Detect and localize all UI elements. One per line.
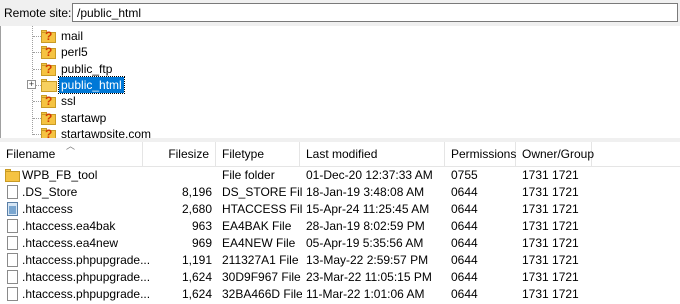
file-size-cell: 1,624 xyxy=(181,287,212,301)
remote-site-bar: Remote site: xyxy=(0,0,680,26)
tree-item-label: mail xyxy=(61,29,84,43)
permissions-cell: 0644 xyxy=(451,202,478,216)
tree-item-label: ssl xyxy=(61,94,76,109)
tree-item-label: public_html xyxy=(58,75,125,94)
tree-connector xyxy=(33,117,41,119)
tree-item-1[interactable]: ? perl5 xyxy=(1,44,301,60)
file-type-cell: EA4BAK File xyxy=(222,219,292,233)
column-header-last-modified[interactable]: Last modified xyxy=(300,142,445,166)
file-row[interactable]: .htaccess.phpupgrade... 1,624 32BA466D Fil… xyxy=(0,286,680,303)
file-icon xyxy=(5,236,19,251)
tree-connector xyxy=(33,68,41,70)
last-modified-cell: 23-Mar-22 11:05:15 PM xyxy=(306,270,432,284)
owner-group-cell: 1731 1721 xyxy=(522,202,579,216)
file-size-cell: 1,624 xyxy=(181,270,212,284)
folder-icon xyxy=(5,168,20,183)
tree-expand-icon[interactable]: + xyxy=(27,79,36,89)
permissions-cell: 0644 xyxy=(451,270,478,284)
file-size-cell: 8,196 xyxy=(181,185,212,199)
file-row[interactable]: .htaccess 2,680 HTACCESS File 15-Apr-24 11:… xyxy=(0,201,680,218)
tree-item-3[interactable]: + public_html xyxy=(1,75,301,94)
remote-file-list[interactable]: ︿ Filename Filesize Filetype Last modifi… xyxy=(0,142,680,304)
tree-item-4[interactable]: ? ssl xyxy=(1,93,301,109)
owner-group-cell: 1731 1721 xyxy=(522,253,579,267)
remote-site-path-input[interactable] xyxy=(72,3,678,22)
owner-group-cell: 1731 1721 xyxy=(522,168,579,182)
owner-group-cell: 1731 1721 xyxy=(522,219,579,233)
file-row[interactable]: .htaccess.ea4new 969 EA4NEW File 05-Apr-19 … xyxy=(0,235,680,252)
permissions-cell: 0644 xyxy=(451,287,478,301)
last-modified-cell: 18-Jan-19 3:48:08 AM xyxy=(306,185,425,199)
permissions-cell: 0644 xyxy=(451,236,478,250)
tree-connector xyxy=(33,52,41,54)
owner-group-cell: 1731 1721 xyxy=(522,270,579,284)
remote-site-label: Remote site: xyxy=(4,6,72,20)
permissions-cell: 0644 xyxy=(451,185,478,199)
column-header-filesize[interactable]: Filesize xyxy=(143,142,216,166)
last-modified-cell: 15-Apr-24 11:25:45 AM xyxy=(306,202,430,216)
remote-directory-tree[interactable]: ? mail? perl5? public_ftp + public_html? ssl? s… xyxy=(0,26,680,141)
owner-group-cell: 1731 1721 xyxy=(522,236,579,250)
column-header-filetype[interactable]: Filetype xyxy=(216,142,300,166)
tree-item-label: startawp xyxy=(61,110,107,125)
file-row[interactable]: .htaccess.phpupgrade... 1,624 30D9F967 Fil… xyxy=(0,269,680,286)
file-type-cell: 32BA466D File xyxy=(222,287,302,301)
file-type-cell: EA4NEW File xyxy=(222,236,296,250)
last-modified-cell: 13-May-22 2:59:57 PM xyxy=(306,253,429,267)
tree-item-0[interactable]: ? mail xyxy=(1,28,301,44)
permissions-cell: 0644 xyxy=(451,253,478,267)
file-type-cell: 30D9F967 File xyxy=(222,270,301,284)
file-type-cell: HTACCESS File xyxy=(222,202,302,216)
file-row[interactable]: .htaccess.phpupgrade... 1,191 211327A1 Fil… xyxy=(0,252,680,269)
file-icon xyxy=(5,270,19,285)
last-modified-cell: 11-Mar-22 1:01:06 AM xyxy=(306,287,425,301)
file-row[interactable]: .DS_Store 8,196 DS_STORE File 18-Jan-19 3:4… xyxy=(0,184,680,201)
file-icon xyxy=(5,219,19,234)
file-size-cell: 1,191 xyxy=(181,253,212,267)
question-folder-icon: ? xyxy=(41,28,57,44)
htaccess-file-icon xyxy=(5,202,19,217)
column-header-filename[interactable]: ︿ Filename xyxy=(0,142,143,166)
question-folder-icon: ? xyxy=(41,61,57,77)
file-list-header: ︿ Filename Filesize Filetype Last modifi… xyxy=(0,142,680,167)
owner-group-cell: 1731 1721 xyxy=(522,185,579,199)
file-icon xyxy=(5,287,19,302)
open-folder-icon xyxy=(41,77,57,93)
question-folder-icon: ? xyxy=(41,93,57,109)
tree-item-label: perl5 xyxy=(61,45,88,60)
file-size-cell: 969 xyxy=(191,236,212,250)
file-size-cell: 963 xyxy=(191,219,212,233)
last-modified-cell: 05-Apr-19 5:35:56 AM xyxy=(306,236,424,250)
tree-connector xyxy=(33,133,41,135)
tree-connector xyxy=(33,101,41,103)
permissions-cell: 0644 xyxy=(451,219,478,233)
column-header-permissions[interactable]: Permissions xyxy=(445,142,516,166)
file-type-cell: 211327A1 File xyxy=(222,253,299,267)
tree-item-2[interactable]: ? public_ftp xyxy=(1,61,301,77)
last-modified-cell: 01-Dec-20 12:37:33 AM xyxy=(306,168,433,182)
sort-indicator-icon: ︿ xyxy=(66,141,76,151)
tree-item-5[interactable]: ? startawp xyxy=(1,110,301,126)
file-size-cell: 2,680 xyxy=(181,202,212,216)
column-header-owner-group[interactable]: Owner/Group xyxy=(516,142,594,166)
tree-item-label: public_ftp xyxy=(61,61,113,76)
owner-group-cell: 1731 1721 xyxy=(522,287,579,301)
file-icon xyxy=(5,253,19,268)
tree-connector xyxy=(33,36,41,37)
last-modified-cell: 28-Jan-19 8:02:59 PM xyxy=(306,219,425,233)
file-icon xyxy=(5,185,19,200)
file-type-cell: DS_STORE File xyxy=(222,185,302,199)
file-type-cell: File folder xyxy=(222,168,275,182)
permissions-cell: 0755 xyxy=(451,168,478,182)
file-row[interactable]: WPB_FB_tool File folder 01-Dec-20 12:37:33… xyxy=(0,167,680,184)
question-folder-icon: ? xyxy=(41,44,57,60)
file-row[interactable]: .htaccess.ea4bak 963 EA4BAK File 28-Jan-19 … xyxy=(0,218,680,235)
file-size-cell xyxy=(146,167,212,184)
question-folder-icon: ? xyxy=(41,110,57,126)
